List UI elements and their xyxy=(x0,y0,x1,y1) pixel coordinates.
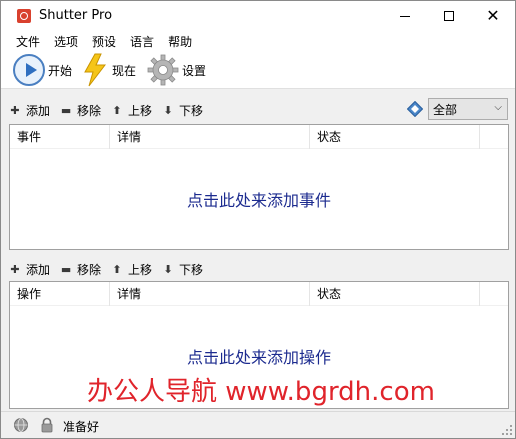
plus-icon: ✚ xyxy=(10,103,20,117)
column-header-extra[interactable] xyxy=(480,282,508,306)
column-header-details[interactable]: 详情 xyxy=(110,125,310,149)
events-up-label: 上移 xyxy=(128,103,153,118)
actions-move-down-button[interactable]: ⬇ 下移 xyxy=(162,261,203,278)
start-label: 开始 xyxy=(48,63,73,78)
minimize-button[interactable] xyxy=(383,1,427,31)
events-empty-hint[interactable]: 点击此处来添加事件 xyxy=(10,187,508,211)
actions-toolbar: ✚ 添加 ▬ 移除 ⬆ 上移 ⬇ 下移 xyxy=(9,257,509,281)
play-icon xyxy=(13,54,45,86)
start-button[interactable]: 开始 xyxy=(13,53,72,87)
actions-up-label: 上移 xyxy=(128,262,153,277)
actions-add-button[interactable]: ✚ 添加 xyxy=(9,261,50,278)
status-text: 准备好 xyxy=(63,420,100,434)
arrow-down-icon: ⬇ xyxy=(163,103,173,117)
column-header-event[interactable]: 事件 xyxy=(10,125,110,149)
maximize-button[interactable] xyxy=(427,1,471,31)
actions-remove-button[interactable]: ▬ 移除 xyxy=(60,261,101,278)
actions-remove-label: 移除 xyxy=(77,262,102,277)
column-header-action[interactable]: 操作 xyxy=(10,282,110,306)
menu-presets[interactable]: 预设 xyxy=(85,31,123,51)
resize-grip-icon[interactable] xyxy=(502,425,512,435)
minimize-icon xyxy=(400,15,410,17)
settings-button[interactable]: 设置 xyxy=(147,53,206,87)
main-toolbar: 开始 现在 设置 xyxy=(1,51,515,89)
events-down-label: 下移 xyxy=(179,103,204,118)
chevron-down-icon: ⌵ xyxy=(494,102,502,113)
event-filter-select[interactable]: 全部 ⌵ xyxy=(428,98,508,120)
column-header-extra[interactable] xyxy=(480,125,508,149)
maximize-icon xyxy=(444,11,454,21)
actions-add-label: 添加 xyxy=(26,262,51,277)
minus-icon: ▬ xyxy=(60,262,72,276)
menu-options[interactable]: 选项 xyxy=(47,31,85,51)
column-header-status[interactable]: 状态 xyxy=(310,125,480,149)
watermark-text: 办公人导航 www.bgrdh.com xyxy=(87,377,435,407)
arrow-up-icon: ⬆ xyxy=(112,262,122,276)
now-label: 现在 xyxy=(112,63,137,78)
filter-diamond-icon xyxy=(407,101,423,117)
app-window: Shutter Pro ✕ 文件 选项 预设 语言 帮助 开始 现在 设置 ✚ … xyxy=(0,0,516,439)
lightning-bolt-icon xyxy=(84,53,107,87)
actions-down-label: 下移 xyxy=(179,262,204,277)
actions-table-header: 操作 详情 状态 xyxy=(10,282,508,306)
column-header-details[interactable]: 详情 xyxy=(110,282,310,306)
menu-bar: 文件 选项 预设 语言 帮助 xyxy=(1,31,515,51)
arrow-up-icon: ⬆ xyxy=(112,103,122,117)
events-move-up-button[interactable]: ⬆ 上移 xyxy=(111,102,152,119)
events-remove-label: 移除 xyxy=(77,103,102,118)
arrow-down-icon: ⬇ xyxy=(163,262,173,276)
globe-icon xyxy=(14,418,28,432)
settings-label: 设置 xyxy=(182,63,207,78)
window-title: Shutter Pro xyxy=(39,8,113,23)
events-table-header: 事件 详情 状态 xyxy=(10,125,508,149)
events-table[interactable]: 事件 详情 状态 点击此处来添加事件 xyxy=(9,124,509,250)
event-filter-value: 全部 xyxy=(433,102,458,117)
shutter-app-icon xyxy=(17,9,31,23)
minus-icon: ▬ xyxy=(60,103,72,117)
menu-file[interactable]: 文件 xyxy=(9,31,47,51)
close-icon: ✕ xyxy=(486,6,500,25)
events-remove-button[interactable]: ▬ 移除 xyxy=(60,102,101,119)
events-add-label: 添加 xyxy=(26,103,51,118)
title-bar[interactable]: Shutter Pro ✕ xyxy=(1,1,515,31)
events-add-button[interactable]: ✚ 添加 xyxy=(9,102,50,119)
gear-icon xyxy=(147,54,179,86)
lock-icon xyxy=(41,417,53,433)
status-bar: 准备好 xyxy=(1,411,515,438)
actions-move-up-button[interactable]: ⬆ 上移 xyxy=(111,261,152,278)
menu-language[interactable]: 语言 xyxy=(123,31,161,51)
actions-empty-hint[interactable]: 点击此处来添加操作 xyxy=(10,344,508,368)
events-move-down-button[interactable]: ⬇ 下移 xyxy=(162,102,203,119)
plus-icon: ✚ xyxy=(10,262,20,276)
now-button[interactable]: 现在 xyxy=(81,53,136,87)
column-header-status[interactable]: 状态 xyxy=(310,282,480,306)
menu-help[interactable]: 帮助 xyxy=(161,31,199,51)
close-button[interactable]: ✕ xyxy=(471,1,515,31)
